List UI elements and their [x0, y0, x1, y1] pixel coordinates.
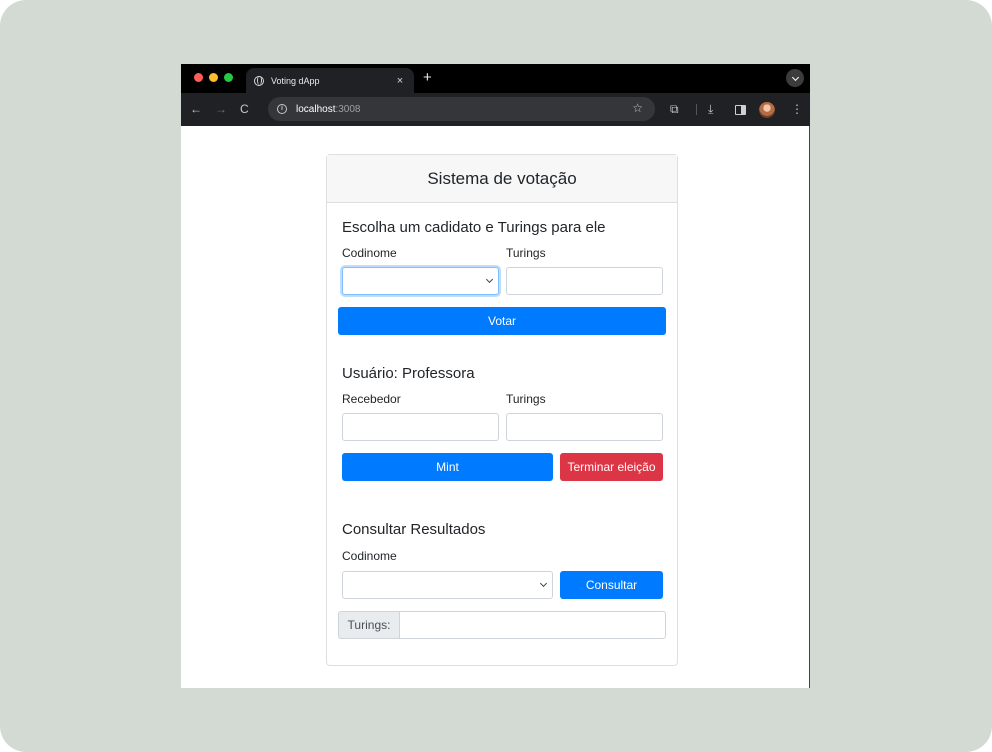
vote-codename-label: Codinome	[342, 246, 397, 260]
tab-title: Voting dApp	[271, 75, 320, 86]
page-title: Sistema de votação	[327, 155, 677, 203]
vote-heading: Escolha um cadidato e Turings para ele	[342, 219, 606, 236]
browser-window: Voting dApp × + ← → C i localhost :3008 …	[181, 64, 810, 688]
new-tab-icon[interactable]: +	[423, 70, 432, 86]
results-codename-label: Codinome	[342, 549, 397, 563]
forward-icon[interactable]: →	[215, 101, 227, 117]
vote-button[interactable]: Votar	[338, 307, 666, 335]
mint-turings-label: Turings	[506, 392, 546, 406]
vote-turings-input[interactable]	[506, 267, 663, 295]
close-window-button[interactable]	[194, 73, 203, 82]
bookmark-star-icon[interactable]: ☆	[632, 101, 643, 115]
turings-result-field[interactable]	[399, 611, 666, 639]
turings-result-prefix: Turings:	[338, 611, 399, 639]
mint-turings-input[interactable]	[506, 413, 663, 441]
vote-codename-select[interactable]	[342, 267, 499, 295]
url-port: :3008	[335, 103, 361, 115]
browser-toolbar: ← → C i localhost :3008 ☆ ⧉ ⤓ ⋮	[181, 93, 810, 126]
chevron-down-icon	[539, 579, 548, 588]
minimize-window-button[interactable]	[209, 73, 218, 82]
download-icon[interactable]: ⤓	[708, 101, 713, 117]
results-heading: Consultar Resultados	[342, 521, 486, 538]
mint-button[interactable]: Mint	[342, 453, 553, 481]
tab-close-icon[interactable]: ×	[394, 75, 406, 87]
turings-result-group: Turings:	[338, 611, 666, 639]
toolbar-divider	[696, 104, 697, 115]
reload-icon[interactable]: C	[240, 101, 249, 117]
address-bar[interactable]: i localhost :3008 ☆	[268, 97, 655, 121]
side-panel-icon[interactable]	[735, 105, 746, 115]
menu-icon[interactable]: ⋮	[791, 101, 803, 117]
user-heading: Usuário: Professora	[342, 365, 475, 382]
browser-tab[interactable]: Voting dApp ×	[246, 68, 414, 93]
url-host: localhost	[296, 103, 336, 115]
tab-search-button[interactable]	[786, 69, 804, 87]
window-edge	[809, 126, 810, 688]
recipient-label: Recebedor	[342, 392, 401, 406]
results-codename-select[interactable]	[342, 571, 553, 599]
tab-strip: Voting dApp × +	[181, 64, 810, 93]
extensions-icon[interactable]: ⧉	[670, 101, 679, 117]
query-button[interactable]: Consultar	[560, 571, 663, 599]
profile-avatar[interactable]	[759, 102, 775, 118]
end-election-button[interactable]: Terminar eleição	[560, 453, 663, 481]
chevron-down-icon	[485, 275, 494, 284]
chevron-down-icon	[791, 73, 799, 81]
maximize-window-button[interactable]	[224, 73, 233, 82]
voting-card: Sistema de votação Escolha um cadidato e…	[326, 154, 678, 666]
page-content: Sistema de votação Escolha um cadidato e…	[181, 126, 810, 688]
site-info-icon[interactable]: i	[277, 104, 287, 114]
recipient-input[interactable]	[342, 413, 499, 441]
globe-icon	[254, 75, 264, 86]
back-icon[interactable]: ←	[190, 101, 202, 117]
vote-turings-label: Turings	[506, 246, 546, 260]
